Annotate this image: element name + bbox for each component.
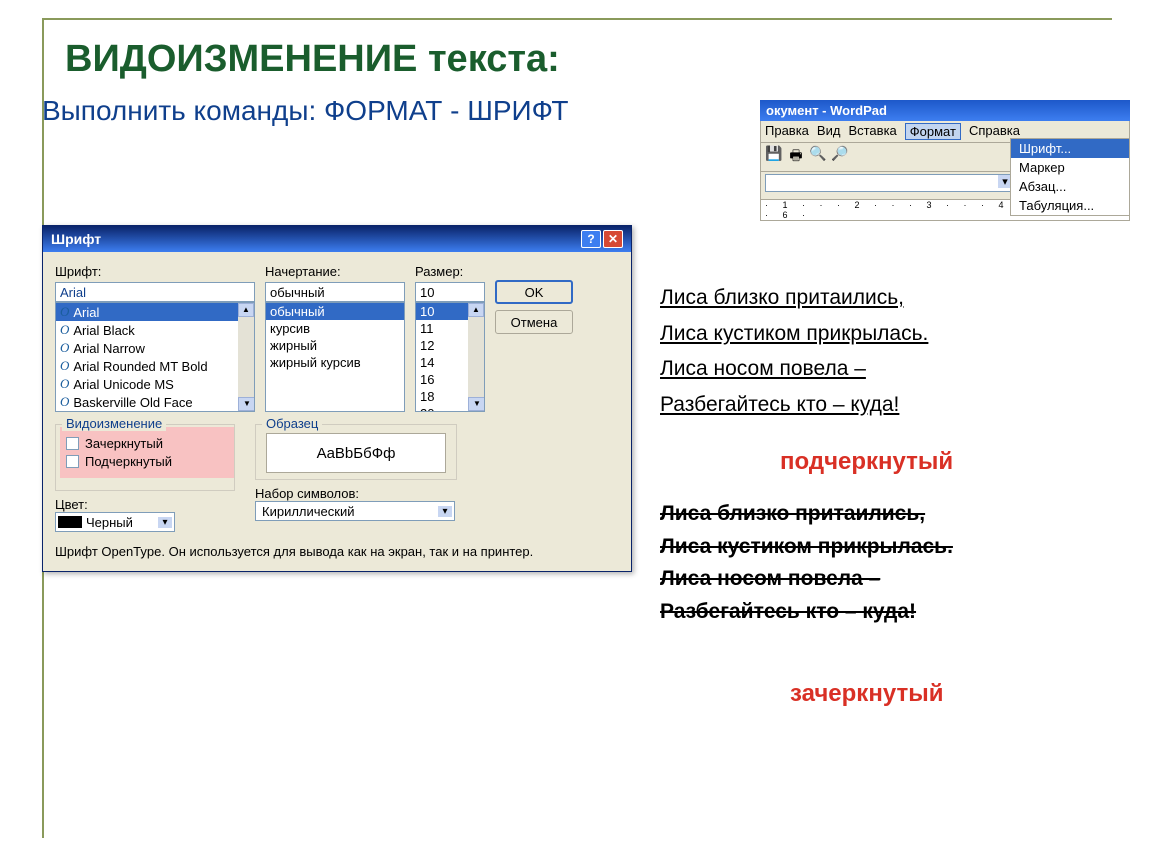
wordpad-window: окумент - WordPad Правка Вид Вставка Фор… bbox=[760, 100, 1130, 221]
poem-underlined: Лиса близко притаились, Лиса кустиком пр… bbox=[660, 280, 928, 423]
charset-combo[interactable]: Кириллический bbox=[255, 501, 455, 521]
color-swatch bbox=[58, 516, 82, 528]
menu-vstavka[interactable]: Вставка bbox=[848, 123, 896, 140]
poem-strikethrough: Лиса близко притаились, Лиса кустиком пр… bbox=[660, 498, 953, 628]
help-button[interactable]: ? bbox=[581, 230, 601, 248]
style-label: Начертание: bbox=[265, 264, 405, 279]
style-listbox[interactable]: обычный курсив жирный жирный курсив bbox=[265, 302, 405, 412]
poem-s-line3: Лиса носом повела – bbox=[660, 563, 953, 596]
poem-s-line1: Лиса близко притаились, bbox=[660, 498, 953, 531]
find-icon[interactable]: 🔎 bbox=[831, 145, 849, 169]
dropdown-abzac[interactable]: Абзац... bbox=[1011, 177, 1129, 196]
poem-u-line1: Лиса близко притаились, bbox=[660, 280, 928, 316]
font-listbox[interactable]: OArial OArial Black OArial Narrow OArial… bbox=[55, 302, 255, 412]
cancel-button[interactable]: Отмена bbox=[495, 310, 573, 334]
strike-checkbox[interactable] bbox=[66, 437, 79, 450]
size-label: Размер: bbox=[415, 264, 485, 279]
effects-legend: Видоизменение bbox=[62, 416, 166, 431]
size-listbox[interactable]: 10 11 12 14 16 18 20 bbox=[415, 302, 485, 412]
effects-group: Видоизменение Зачеркнутый Подчеркнутый bbox=[55, 424, 235, 491]
menu-format[interactable]: Формат bbox=[905, 123, 961, 140]
font-dialog: Шрифт ? ✕ Шрифт: OArial OArial Black OAr… bbox=[42, 225, 632, 572]
color-combo[interactable]: Черный bbox=[55, 512, 175, 532]
sample-group: Образец AaBbБбФф bbox=[255, 424, 457, 480]
poem-u-line2: Лиса кустиком прикрылась. bbox=[660, 316, 928, 352]
poem-s-line2: Лиса кустиком прикрылась. bbox=[660, 531, 953, 564]
underline-checkbox-row: Подчеркнутый bbox=[66, 454, 224, 469]
dialog-help-text: Шрифт OpenType. Он используется для выво… bbox=[55, 544, 619, 559]
label-underlined: подчеркнутый bbox=[780, 448, 953, 476]
strike-checkbox-row: Зачеркнутый bbox=[66, 436, 224, 451]
poem-u-line3: Лиса носом повела – bbox=[660, 351, 928, 387]
format-dropdown[interactable]: Шрифт... Маркер Абзац... Табуляция... bbox=[1010, 138, 1130, 216]
poem-u-line4: Разбегайтесь кто – куда! bbox=[660, 387, 928, 423]
wordpad-titlebar: окумент - WordPad bbox=[760, 100, 1130, 121]
close-button[interactable]: ✕ bbox=[603, 230, 623, 248]
font-name-combo[interactable] bbox=[765, 174, 1015, 192]
slide-subtitle: Выполнить команды: ФОРМАТ - ШРИФТ bbox=[42, 95, 569, 127]
dropdown-shrift[interactable]: Шрифт... bbox=[1011, 139, 1129, 158]
color-label: Цвет: bbox=[55, 497, 235, 512]
print-icon[interactable]: 🖶 bbox=[787, 145, 805, 169]
dialog-titlebar: Шрифт ? ✕ bbox=[43, 226, 631, 252]
menu-pravka[interactable]: Правка bbox=[765, 123, 809, 140]
effects-highlight: Зачеркнутый Подчеркнутый bbox=[60, 427, 234, 478]
poem-s-line4: Разбегайтесь кто – куда! bbox=[660, 596, 953, 629]
preview-icon[interactable]: 🔍 bbox=[809, 145, 827, 169]
style-input[interactable] bbox=[265, 282, 405, 302]
save-icon[interactable]: 💾 bbox=[765, 145, 783, 169]
sample-text: AaBbБбФф bbox=[266, 433, 446, 473]
ok-button[interactable]: OK bbox=[495, 280, 573, 304]
font-label: Шрифт: bbox=[55, 264, 255, 279]
menu-vid[interactable]: Вид bbox=[817, 123, 841, 140]
slide-title: ВИДОИЗМЕНЕНИЕ текста: bbox=[65, 38, 560, 81]
font-scrollbar[interactable] bbox=[238, 303, 254, 411]
underline-checkbox[interactable] bbox=[66, 455, 79, 468]
dropdown-tab[interactable]: Табуляция... bbox=[1011, 196, 1129, 215]
dialog-title-text: Шрифт bbox=[51, 231, 101, 247]
dropdown-marker[interactable]: Маркер bbox=[1011, 158, 1129, 177]
font-item-arial: OArial bbox=[56, 303, 254, 321]
sample-legend: Образец bbox=[262, 416, 322, 431]
label-strikethrough: зачеркнутый bbox=[790, 680, 943, 708]
size-input[interactable] bbox=[415, 282, 485, 302]
size-scrollbar[interactable] bbox=[468, 303, 484, 411]
font-input[interactable] bbox=[55, 282, 255, 302]
charset-label: Набор символов: bbox=[255, 486, 457, 501]
